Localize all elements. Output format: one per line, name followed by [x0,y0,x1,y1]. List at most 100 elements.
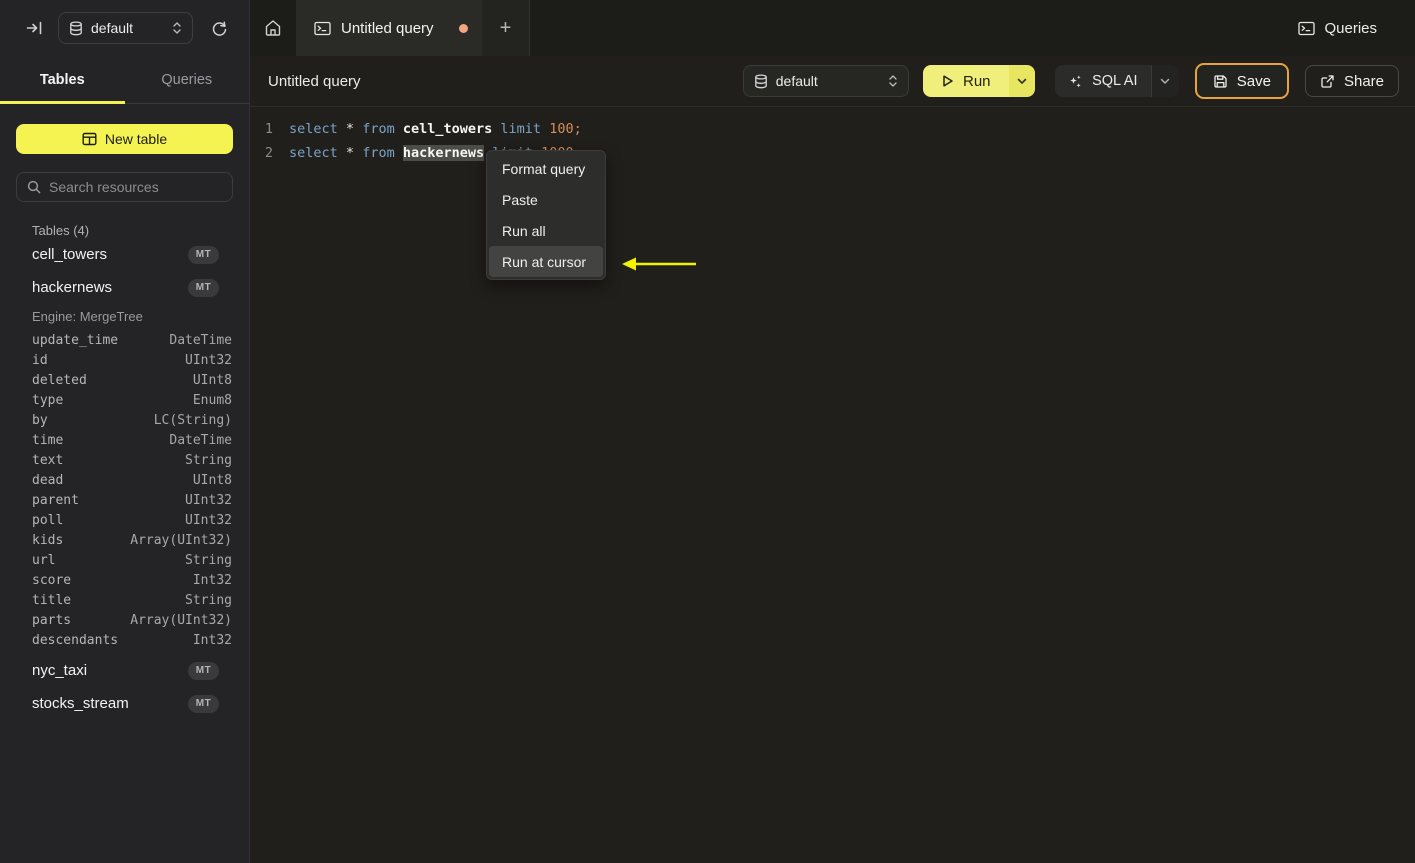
menu-item-run-at-cursor[interactable]: Run at cursor [489,246,603,277]
queries-button-label: Queries [1324,19,1377,37]
menu-item-format-query[interactable]: Format query [487,153,605,184]
sql-ai-button-group: SQL AI [1054,65,1179,97]
column-type: Int32 [192,632,232,648]
unsaved-changes-dot [459,23,468,33]
queries-button[interactable]: Queries [1298,0,1377,56]
terminal-icon [1298,21,1316,36]
column-name: poll [32,512,64,528]
sql-ai-options-button[interactable] [1150,65,1179,97]
engine-badge: MT [188,278,219,297]
code-line[interactable]: 1 select * from cell_towers limit 100; [250,117,1415,141]
database-icon [69,20,83,36]
run-button-label: Run [963,72,991,90]
column-name: deleted [32,372,87,388]
collapse-sidebar-button[interactable] [22,16,46,40]
column-type: Enum8 [192,392,232,408]
columns-list: update_time DateTime id UInt32 deleted UInt8 t… [16,330,233,650]
engine-badge: MT [188,694,219,713]
column-type: UInt32 [185,492,232,508]
column-row: kids Array(UInt32) [32,530,232,550]
column-row: text String [32,450,232,470]
sparkles-icon [1068,74,1083,89]
new-tab-button[interactable]: + [482,0,530,56]
home-icon [264,19,282,37]
query-title: Untitled query [268,72,361,90]
tables-section-label: Tables (4) [32,223,90,238]
table-name: stocks_stream [32,695,129,712]
sidebar-tabs: Tables Queries [0,56,249,104]
search-box [16,172,233,202]
column-type: Int32 [192,572,232,588]
column-type: UInt32 [185,512,232,528]
share-button[interactable]: Share [1304,65,1399,97]
column-type: DateTime [169,432,232,448]
column-name: descendants [32,632,119,648]
sidebar-database-value: default [91,20,134,36]
column-name: url [32,552,56,568]
column-row: url String [32,550,232,570]
tab-untitled-query[interactable]: Untitled query [296,0,482,56]
topbar: Untitled query + Queries [250,0,1415,56]
column-type: LC(String) [153,412,232,428]
sql-editor[interactable]: 1 select * from cell_towers limit 100; 2 se… [250,107,1415,863]
code-lines: 1 select * from cell_towers limit 100; 2 se… [250,117,1415,165]
sidebar-tab-queries[interactable]: Queries [125,56,250,103]
column-name: by [32,412,48,428]
sidebar: default Tables Queries New table Search … [0,0,250,863]
column-name: parent [32,492,79,508]
run-options-button[interactable] [1008,65,1035,97]
sidebar-tab-tables[interactable]: Tables [0,56,125,104]
table-row-cell-towers[interactable]: cell_towers MT [32,238,219,271]
sidebar-topbar: default [0,0,249,56]
save-icon [1213,74,1228,89]
line-number: 1 [264,121,273,137]
toolbar-database-select[interactable]: default [742,65,909,97]
refresh-button[interactable] [207,16,231,40]
column-row: parent UInt32 [32,490,232,510]
column-name: id [32,352,48,368]
table-name: nyc_taxi [32,662,88,679]
save-button[interactable]: Save [1194,63,1289,99]
engine-badge: MT [188,661,219,680]
menu-item-paste[interactable]: Paste [487,184,605,215]
column-type: UInt32 [185,352,232,368]
chevron-down-icon [1017,78,1027,85]
sidebar-body: New table Tables (4) cell_towers MT hack… [0,104,249,720]
code-text: select * from cell_towers limit 100; [289,121,582,137]
chevron-updown-icon [172,21,182,35]
sidebar-database-select[interactable]: default [58,12,193,44]
column-row: title String [32,590,232,610]
table-row-stocks-stream[interactable]: stocks_stream MT [32,687,219,720]
column-row: by LC(String) [32,410,232,430]
column-name: text [32,452,64,468]
menu-item-run-all[interactable]: Run all [487,215,605,246]
column-row: time DateTime [32,430,232,450]
table-name: cell_towers [32,246,108,263]
home-button[interactable] [250,0,296,56]
share-icon [1320,74,1335,89]
search-input[interactable] [49,179,222,195]
new-table-button[interactable]: New table [16,124,233,154]
chevron-down-icon [1160,78,1170,85]
tab-label: Untitled query [341,19,434,37]
table-row-hackernews[interactable]: hackernews MT [32,271,219,304]
column-type: UInt8 [192,372,232,388]
code-line[interactable]: 2select * from hackernews limit 1000 [250,141,1415,165]
column-type: UInt8 [192,472,232,488]
sql-ai-button[interactable]: SQL AI [1054,65,1151,97]
column-row: update_time DateTime [32,330,232,350]
column-row: poll UInt32 [32,510,232,530]
run-button[interactable]: Run [922,65,1009,97]
new-table-label: New table [104,131,168,147]
column-type: Array(UInt32) [130,612,232,628]
column-row: id UInt32 [32,350,232,370]
column-row: deleted UInt8 [32,370,232,390]
column-name: update_time [32,332,119,348]
column-name: dead [32,472,64,488]
column-type: Array(UInt32) [130,532,232,548]
table-row-nyc-taxi[interactable]: nyc_taxi MT [32,654,219,687]
column-name: score [32,572,72,588]
column-type: DateTime [169,332,232,348]
line-number: 2 [264,145,273,161]
play-icon [941,74,954,88]
